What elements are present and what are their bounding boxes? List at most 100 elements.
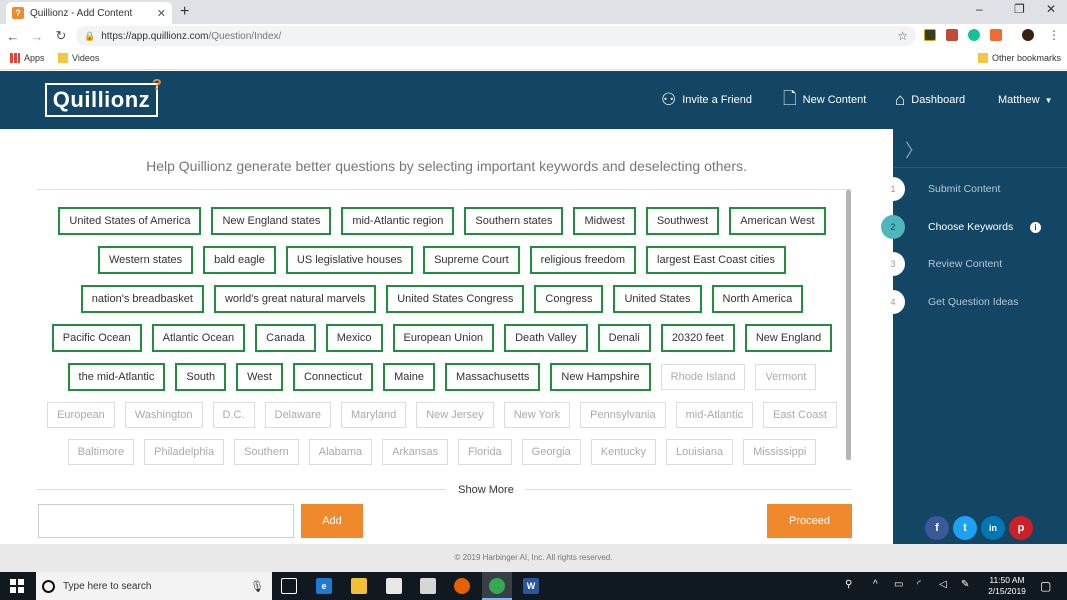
extension-icon[interactable] xyxy=(946,29,958,41)
close-tab-icon[interactable]: ✕ xyxy=(157,7,166,20)
extension-icon[interactable] xyxy=(990,29,1002,41)
store-icon[interactable] xyxy=(386,578,402,594)
keyword-chip[interactable]: United States of America xyxy=(58,207,202,235)
keyword-chip[interactable]: Death Valley xyxy=(504,324,588,352)
keyword-chip-unselected[interactable]: Alabama xyxy=(308,439,373,465)
keyword-chip[interactable]: United States xyxy=(613,285,702,313)
taskbar-search[interactable]: Type here to search 🎙 xyxy=(36,572,272,600)
reload-icon[interactable]: ↻ xyxy=(50,28,72,44)
add-keyword-input[interactable] xyxy=(38,504,294,538)
keyword-chip[interactable]: 20320 feet xyxy=(660,324,735,352)
new-tab-icon[interactable]: + xyxy=(180,3,189,21)
quillionz-logo[interactable]: Quillionz xyxy=(45,83,158,117)
mail-icon[interactable] xyxy=(420,578,436,594)
keyword-chip-unselected[interactable]: Mississippi xyxy=(743,439,817,465)
chevron-right-icon[interactable]: 〉 xyxy=(905,137,923,163)
keyword-chip-unselected[interactable]: Baltimore xyxy=(67,439,135,465)
people-icon[interactable]: ⚲ xyxy=(845,579,852,590)
task-view-icon[interactable] xyxy=(281,578,297,594)
keyword-chip-unselected[interactable]: Florida xyxy=(458,439,512,465)
keyword-chip[interactable]: North America xyxy=(711,285,804,313)
keyword-chip-unselected[interactable]: Arkansas xyxy=(382,439,449,465)
keyword-chip[interactable]: South xyxy=(175,363,227,391)
keyword-chip-unselected[interactable]: Philadelphia xyxy=(144,439,225,465)
bookmark-apps[interactable]: Apps xyxy=(10,53,45,63)
keyword-list[interactable]: United States of America New England sta… xyxy=(37,190,847,482)
keyword-chip[interactable]: Massachusetts xyxy=(445,363,541,391)
volume-icon[interactable]: ◁ xyxy=(939,579,947,590)
step-choose-keywords[interactable]: 2 Choose Keywords i xyxy=(881,214,1067,240)
keyword-chip-unselected[interactable]: Vermont xyxy=(755,364,817,390)
edge-icon[interactable]: e xyxy=(316,578,332,594)
grammarly-icon[interactable] xyxy=(968,29,980,41)
minimize-icon[interactable]: – xyxy=(976,2,983,16)
keyword-chip[interactable]: American West xyxy=(729,207,826,235)
keyword-chip[interactable]: religious freedom xyxy=(529,246,637,274)
keyword-chip[interactable]: Midwest xyxy=(573,207,636,235)
keyword-chip-unselected[interactable]: East Coast xyxy=(763,402,837,428)
info-icon[interactable]: i xyxy=(1030,221,1041,233)
keyword-chip-unselected[interactable]: Maryland xyxy=(340,402,407,428)
address-bar[interactable]: 🔒 https://app.quillionz.com/Question/Ind… xyxy=(76,26,916,46)
keyword-chip[interactable]: New Hampshire xyxy=(550,363,651,391)
pinterest-icon[interactable]: p xyxy=(1009,516,1033,540)
keyword-chip[interactable]: Pacific Ocean xyxy=(51,324,142,352)
keyword-chip[interactable]: Mexico xyxy=(325,324,383,352)
keyword-chip[interactable]: Supreme Court xyxy=(423,246,520,274)
keyword-chip-unselected[interactable]: Pennsylvania xyxy=(580,402,666,428)
add-button[interactable]: Add xyxy=(301,504,363,538)
step-get-question-ideas[interactable]: 4 Get Question Ideas xyxy=(881,289,1067,315)
keyword-chip[interactable]: New England xyxy=(744,324,833,352)
keyword-chip[interactable]: United States Congress xyxy=(386,285,525,313)
keyword-chip-unselected[interactable]: Kentucky xyxy=(590,439,657,465)
file-explorer-icon[interactable] xyxy=(351,578,367,594)
microphone-icon[interactable]: 🎙 xyxy=(250,580,264,593)
keyword-chip-unselected[interactable]: Washington xyxy=(124,402,203,428)
notification-icon[interactable]: ▢ xyxy=(1040,579,1051,593)
keyword-chip[interactable]: New England states xyxy=(211,207,332,235)
keyword-chip[interactable]: Western states xyxy=(97,246,194,274)
keyword-chip-unselected[interactable]: Southern xyxy=(234,439,299,465)
extension-icon[interactable] xyxy=(924,29,936,41)
keyword-chip[interactable]: Southern states xyxy=(464,207,564,235)
bookmark-videos[interactable]: Videos xyxy=(58,53,99,63)
forward-icon[interactable]: → xyxy=(26,29,48,44)
keyword-chip-unselected[interactable]: D.C. xyxy=(212,402,255,428)
close-window-icon[interactable]: ✕ xyxy=(1046,2,1056,16)
chrome-icon[interactable] xyxy=(489,578,505,594)
battery-icon[interactable]: ▭ xyxy=(894,579,903,590)
keyword-chip[interactable]: Congress xyxy=(534,285,604,313)
restore-icon[interactable]: ❐ xyxy=(1014,2,1025,16)
windows-start-icon[interactable] xyxy=(10,579,24,593)
keyword-scrollbar[interactable] xyxy=(846,190,851,460)
bookmark-star-icon[interactable]: ☆ xyxy=(897,29,908,43)
keyword-chip[interactable]: Denali xyxy=(597,324,651,352)
keyword-chip[interactable]: largest East Coast cities xyxy=(646,246,787,274)
pen-icon[interactable]: ✎ xyxy=(961,579,969,590)
keyword-chip-unselected[interactable]: New York xyxy=(503,402,571,428)
keyword-chip-unselected[interactable]: European xyxy=(47,402,115,428)
keyword-chip-unselected[interactable]: Louisiana xyxy=(666,439,734,465)
keyword-chip[interactable]: world's great natural marvels xyxy=(213,285,377,313)
step-review-content[interactable]: 3 Review Content xyxy=(881,251,1067,277)
keyword-chip-unselected[interactable]: mid-Atlantic xyxy=(675,402,754,428)
keyword-chip[interactable]: European Union xyxy=(392,324,495,352)
firefox-icon[interactable] xyxy=(454,578,470,594)
back-icon[interactable]: ← xyxy=(2,29,24,44)
browser-tab[interactable]: ? Quillionz - Add Content ✕ xyxy=(6,2,172,24)
keyword-chip[interactable]: Maine xyxy=(383,363,436,391)
profile-avatar[interactable] xyxy=(1022,29,1034,41)
keyword-chip[interactable]: mid-Atlantic region xyxy=(341,207,455,235)
other-bookmarks[interactable]: Other bookmarks xyxy=(978,53,1061,63)
linkedin-icon[interactable]: in xyxy=(981,516,1005,540)
user-menu[interactable]: Matthew ▼ xyxy=(998,71,1053,129)
keyword-chip[interactable]: US legislative houses xyxy=(285,246,414,274)
keyword-chip[interactable]: nation's breadbasket xyxy=(80,285,204,313)
keyword-chip-unselected[interactable]: Delaware xyxy=(264,402,331,428)
taskbar-clock[interactable]: 11:50 AM 2/15/2019 xyxy=(982,575,1032,597)
twitter-icon[interactable]: t xyxy=(953,516,977,540)
keyword-chip[interactable]: the mid-Atlantic xyxy=(67,363,166,391)
word-icon[interactable]: W xyxy=(523,578,539,594)
wifi-icon[interactable]: ◜ xyxy=(917,579,921,590)
step-submit-content[interactable]: 1 Submit Content xyxy=(881,176,1067,202)
